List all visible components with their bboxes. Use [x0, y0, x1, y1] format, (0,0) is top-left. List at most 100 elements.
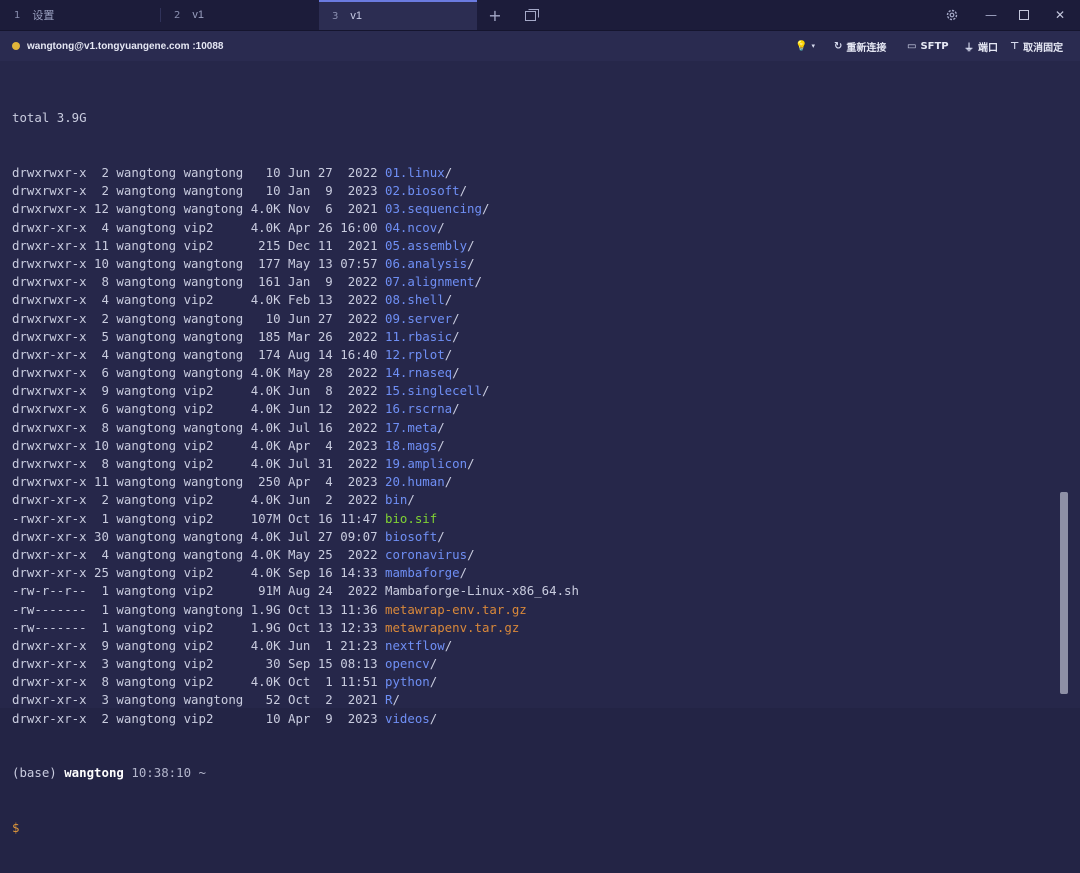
listing-row: -rw------- 1 wangtong wangtong 1.9G Oct … — [12, 601, 579, 619]
file-info: drwxr-xr-x 11 wangtong vip2 215 Dec 11 2… — [12, 237, 385, 253]
tab-label: 设置 — [32, 10, 55, 22]
file-info: drwxrwxr-x 6 wangtong vip2 4.0K Jun 12 2… — [12, 401, 385, 417]
file-suffix: / — [444, 346, 453, 362]
plug-icon: ⏚ — [964, 42, 974, 54]
file-info: drwxrwxr-x 9 wangtong vip2 4.0K Jun 8 20… — [12, 383, 385, 399]
tab-v1-active[interactable]: 3 v1 — [319, 0, 477, 30]
listing-row: drwxrwxr-x 10 wangtong wangtong 177 May … — [12, 255, 579, 273]
file-info: drwxrwxr-x 8 wangtong wangtong 161 Jan 9… — [12, 274, 385, 290]
listing-row: -rw-r--r-- 1 wangtong vip2 91M Aug 24 20… — [12, 582, 579, 600]
file-name: 16.rscrna — [385, 401, 453, 417]
unpin-button[interactable]: ⊤ 取消固定 — [1010, 31, 1063, 61]
listing-row: drwxr-xr-x 3 wangtong vip2 30 Sep 15 08:… — [12, 655, 579, 673]
tab-v1-a[interactable]: 2 v1 — [161, 0, 319, 30]
new-tab-icon[interactable]: + — [484, 0, 506, 30]
listing-row: drwxrwxr-x 11 wangtong wangtong 250 Apr … — [12, 473, 579, 491]
file-suffix: / — [437, 528, 445, 544]
conda-env: (base) — [12, 765, 65, 781]
port-button[interactable]: ⏚ 端口 — [964, 31, 998, 61]
file-info: drwxr-xr-x 25 wangtong vip2 4.0K Sep 16 … — [12, 565, 385, 581]
file-suffix: / — [452, 365, 460, 381]
scrollbar-thumb[interactable] — [1060, 492, 1068, 694]
file-name: 12.rplot — [385, 346, 445, 362]
file-suffix: / — [392, 692, 400, 708]
file-info: drwxrwxr-x 2 wangtong wangtong 10 Jun 27… — [12, 165, 385, 180]
file-suffix: / — [459, 565, 468, 581]
file-suffix: / — [429, 710, 438, 726]
file-info: drwxr-xr-x 9 wangtong vip2 4.0K Jun 1 21… — [12, 637, 385, 653]
lightbulb-dropdown[interactable]: 💡 ▾ — [795, 31, 819, 61]
file-name: 07.alignment — [385, 274, 475, 290]
terminal-app: 1 设置 2 v1 3 v1 + — ✕ wangtong@v1.tongyua… — [0, 0, 1080, 835]
sftp-button[interactable]: ▭ SFTP — [907, 31, 949, 61]
file-name: 02.biosoft — [385, 183, 460, 199]
listing-row: drwxrwxr-x 2 wangtong wangtong 10 Jun 27… — [12, 164, 579, 182]
file-name: Mambaforge-Linux-x86_64.sh — [385, 583, 579, 599]
file-info: drwxr-xr-x 2 wangtong vip2 10 Apr 9 2023 — [12, 710, 385, 726]
file-info: drwxrwxr-x 8 wangtong vip2 4.0K Jul 31 2… — [12, 456, 385, 471]
maximize-icon[interactable] — [1010, 0, 1038, 30]
listing-row: drwxr-xr-x 25 wangtong vip2 4.0K Sep 16 … — [12, 564, 579, 582]
file-name: python — [385, 674, 430, 690]
terminal-output[interactable]: total 3.9G drwxrwxr-x 2 wangtong wangton… — [0, 61, 1060, 835]
file-suffix: / — [437, 219, 445, 235]
listing-row: drwxr-xr-x 2 wangtong vip2 10 Apr 9 2023… — [12, 710, 579, 728]
command-line[interactable]: $ — [12, 819, 579, 837]
listing-row: drwxrwxr-x 5 wangtong wangtong 185 Mar 2… — [12, 328, 579, 346]
refresh-icon: ↻ — [834, 40, 843, 52]
file-name: coronavirus — [385, 546, 468, 562]
port-label: 端口 — [978, 42, 998, 54]
tab-number: 3 — [332, 10, 339, 22]
file-info: drwxr-xr-x 4 wangtong wangtong 174 Aug 1… — [12, 346, 385, 362]
file-suffix: / — [437, 419, 445, 435]
reconnect-button[interactable]: ↻ 重新连接 — [834, 31, 886, 61]
listing-row: drwxr-xr-x 4 wangtong vip2 4.0K Apr 26 1… — [12, 219, 579, 237]
window-icon[interactable] — [520, 0, 544, 30]
file-name: 09.server — [385, 310, 453, 326]
file-suffix: / — [444, 292, 453, 308]
gear-icon[interactable] — [940, 0, 964, 30]
chevron-down-icon: ▾ — [811, 42, 815, 50]
file-info: drwxr-xr-x 3 wangtong vip2 30 Sep 15 08:… — [12, 656, 385, 672]
file-info: drwxr-xr-x 4 wangtong wangtong 4.0K May … — [12, 546, 385, 562]
file-suffix: / — [474, 274, 482, 290]
file-suffix: / — [467, 237, 475, 253]
file-info: drwxrwxr-x 11 wangtong wangtong 250 Apr … — [12, 474, 385, 490]
listing-row: drwxrwxr-x 12 wangtong wangtong 4.0K Nov… — [12, 200, 579, 218]
file-name: bin — [385, 492, 408, 508]
minimize-icon[interactable]: — — [976, 0, 1006, 30]
host-label: wangtong@v1.tongyuangene.com :10088 — [27, 40, 224, 52]
file-info: drwxrwxr-x 4 wangtong vip2 4.0K Feb 13 2… — [12, 292, 385, 308]
file-info: drwxr-xr-x 4 wangtong vip2 4.0K Apr 26 1… — [12, 219, 385, 235]
file-info: -rwxr-xr-x 1 wangtong vip2 107M Oct 16 1… — [12, 510, 385, 526]
file-name: 11.rbasic — [385, 328, 453, 344]
prompt-user: wangtong — [64, 765, 124, 781]
file-name: biosoft — [385, 528, 438, 544]
file-info: drwxrwxr-x 8 wangtong wangtong 4.0K Jul … — [12, 419, 385, 435]
listing-row: drwxrwxr-x 10 wangtong vip2 4.0K Apr 4 2… — [12, 437, 579, 455]
listing-row: -rwxr-xr-x 1 wangtong vip2 107M Oct 16 1… — [12, 510, 579, 528]
file-info: drwxr-xr-x 3 wangtong wangtong 52 Oct 2 … — [12, 692, 385, 708]
file-info: drwxrwxr-x 6 wangtong wangtong 4.0K May … — [12, 365, 385, 381]
file-suffix: / — [481, 383, 490, 399]
listing: drwxrwxr-x 2 wangtong wangtong 10 Jun 27… — [12, 164, 579, 728]
listing-row: drwxr-xr-x 3 wangtong wangtong 52 Oct 2 … — [12, 691, 579, 709]
file-name: 17.meta — [385, 419, 438, 435]
file-suffix: / — [459, 183, 468, 199]
tab-settings[interactable]: 1 设置 — [0, 0, 160, 30]
terminal-lines: total 3.9G drwxrwxr-x 2 wangtong wangton… — [12, 73, 579, 873]
listing-row: -rw------- 1 wangtong vip2 1.9G Oct 13 1… — [12, 619, 579, 637]
file-name: 14.rnaseq — [385, 365, 453, 381]
file-name: 01.linux — [385, 165, 445, 180]
file-info: drwxrwxr-x 10 wangtong vip2 4.0K Apr 4 2… — [12, 437, 385, 453]
listing-row: drwxr-xr-x 4 wangtong wangtong 174 Aug 1… — [12, 346, 579, 364]
listing-row: drwxr-xr-x 30 wangtong wangtong 4.0K Jul… — [12, 528, 579, 546]
connection-status-dot — [12, 42, 20, 50]
listing-row: drwxrwxr-x 2 wangtong wangtong 10 Jan 9 … — [12, 182, 579, 200]
close-icon[interactable]: ✕ — [1046, 0, 1074, 30]
file-info: drwxr-xr-x 2 wangtong vip2 4.0K Jun 2 20… — [12, 492, 385, 508]
file-name: nextflow — [385, 637, 445, 653]
prompt-line: (base) wangtong 10:38:10 ~ — [12, 764, 579, 782]
file-suffix: / — [437, 437, 445, 453]
pin-icon: ⊤ — [1010, 40, 1020, 52]
